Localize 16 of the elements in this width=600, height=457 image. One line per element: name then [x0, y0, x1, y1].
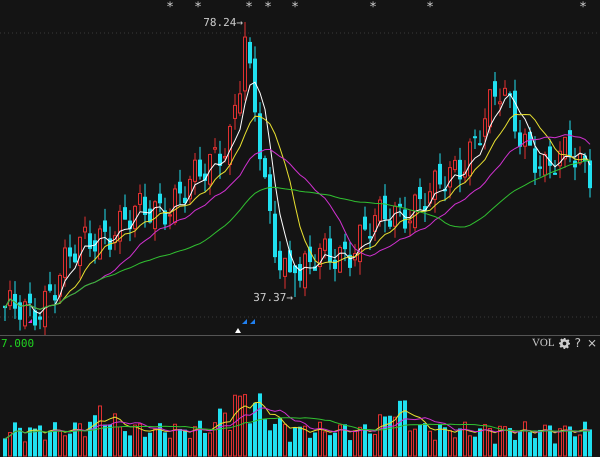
event-mark: * [426, 0, 434, 15]
event-mark: * [245, 0, 253, 15]
triangle-icon [28, 319, 32, 323]
event-mark: * [166, 0, 174, 15]
settings-icon[interactable] [558, 338, 570, 348]
event-mark: * [291, 0, 299, 15]
high-price-label: 78.24→ [203, 16, 243, 29]
event-mark: * [194, 0, 202, 15]
help-button[interactable]: ? [574, 336, 582, 350]
close-button[interactable]: × [586, 336, 598, 350]
event-mark: * [264, 0, 272, 15]
low-price-label: 37.37→ [253, 291, 293, 304]
indicator-name: VOL [532, 337, 555, 349]
event-mark: * [369, 0, 377, 15]
volume-value: 7.000 [1, 336, 34, 350]
event-mark: * [579, 0, 587, 15]
